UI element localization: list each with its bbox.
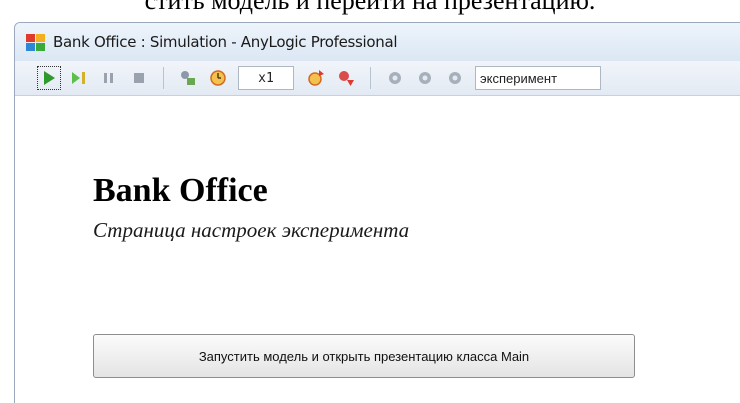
gear-icon-3 (449, 72, 461, 84)
step-button[interactable] (69, 68, 89, 88)
experiment-page: Bank Office Страница настроек эксперимен… (15, 96, 740, 403)
app-icon (26, 34, 45, 51)
agents-button[interactable] (178, 68, 198, 88)
pause-button[interactable] (99, 68, 119, 88)
pause-icon (104, 73, 113, 83)
tool-button-2[interactable] (415, 68, 435, 88)
run-model-button[interactable]: Запустить модель и открыть презентацию к… (93, 334, 635, 378)
experiment-field[interactable]: эксперимент (475, 66, 601, 90)
toolbar-separator (163, 67, 164, 89)
toolbar-separator-2 (370, 67, 371, 89)
speed-down-button[interactable] (336, 68, 356, 88)
tool-button-3[interactable] (445, 68, 465, 88)
window-title: Bank Office : Simulation - AnyLogic Prof… (53, 33, 398, 51)
page-subtitle: Страница настроек эксперимента (93, 218, 410, 242)
document-caption: стить модель и перейти на презентацию. (144, 0, 596, 15)
step-icon (72, 72, 85, 84)
title-bar: Bank Office : Simulation - AnyLogic Prof… (15, 23, 740, 61)
stop-icon (134, 73, 144, 83)
gear-icon-1 (389, 72, 401, 84)
speed-up-icon (308, 70, 324, 86)
app-window: Bank Office : Simulation - AnyLogic Prof… (14, 22, 740, 403)
run-icon (44, 71, 55, 85)
toolbar: x1 эксперимент (15, 61, 740, 96)
clock-icon (210, 70, 226, 86)
speed-up-button[interactable] (306, 68, 326, 88)
gear-icon-2 (419, 72, 431, 84)
page-title: Bank Office (93, 172, 268, 209)
run-button[interactable] (37, 66, 61, 90)
clock-button[interactable] (208, 68, 228, 88)
tool-button-1[interactable] (385, 68, 405, 88)
speed-display: x1 (238, 66, 294, 90)
stop-button[interactable] (129, 68, 149, 88)
agents-icon (181, 71, 195, 85)
speed-down-icon (339, 71, 354, 86)
